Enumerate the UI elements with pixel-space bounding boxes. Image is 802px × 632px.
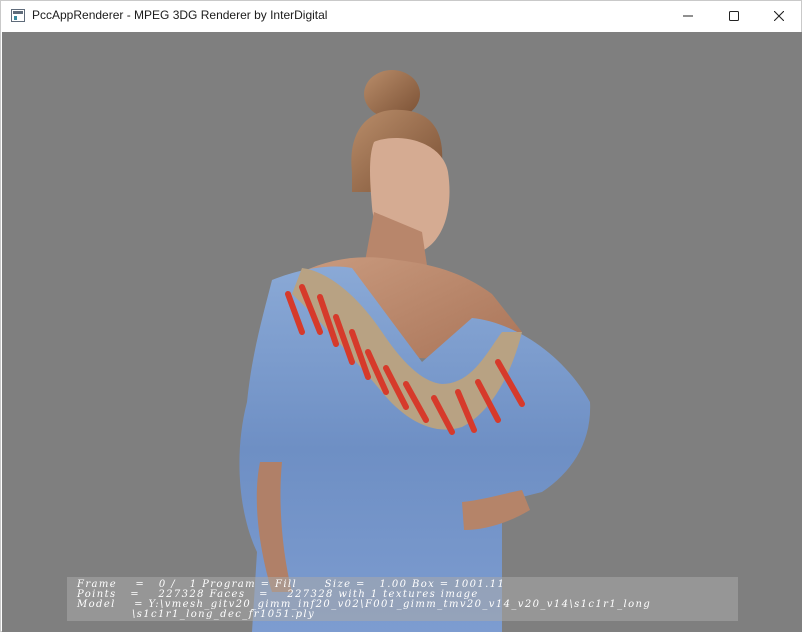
info-overlay: Frame = 0 / 1 Program = Fill Size = 1.00… (67, 577, 738, 621)
maximize-icon (729, 11, 739, 21)
close-button[interactable] (756, 1, 802, 31)
title-bar[interactable]: PccAppRenderer - MPEG 3DG Renderer by In… (1, 1, 801, 31)
app-window-icon (11, 9, 25, 22)
render-viewport[interactable]: Frame = 0 / 1 Program = Fill Size = 1.00… (2, 32, 802, 632)
minimize-button[interactable] (665, 1, 711, 31)
close-icon (774, 11, 784, 21)
minimize-icon (683, 15, 693, 17)
window-title: PccAppRenderer - MPEG 3DG Renderer by In… (32, 8, 328, 22)
rendered-point-cloud-model (239, 70, 591, 632)
maximize-button[interactable] (711, 1, 757, 31)
app-window: PccAppRenderer - MPEG 3DG Renderer by In… (0, 0, 802, 632)
overlay-model-line-continued: \s1c1r1_long_dec_fr1051.ply (77, 609, 316, 620)
